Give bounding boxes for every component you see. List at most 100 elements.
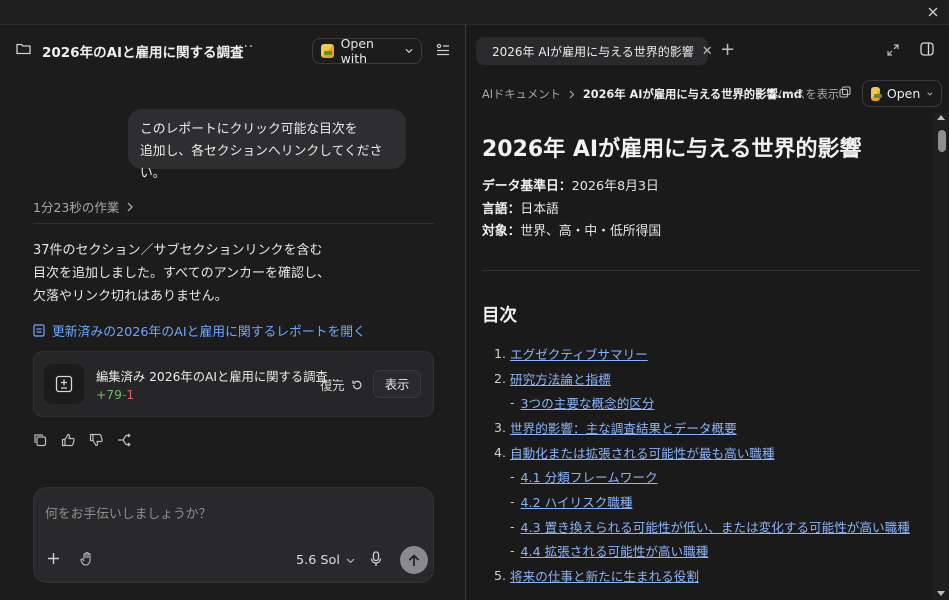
toc-item: 1. エグゼクティブサマリー	[494, 341, 910, 366]
hand-icon[interactable]	[80, 551, 94, 566]
toc-number: 5.	[494, 568, 507, 584]
toc-item: 4. 自動化または拡張される可能性が最も高い職種	[494, 440, 910, 465]
toc-item: 3. 世界的影響：主な調査結果とデータ概要	[494, 415, 910, 440]
edit-summary-card: 編集済み 2026年のAIと雇用に関する調査... +79 -1 復元 表示	[33, 351, 434, 417]
app-icon	[321, 44, 334, 58]
toc-number: 3.	[494, 419, 507, 435]
assistant-message-line: 37件のセクション／サブセクションリンクを含む	[33, 243, 323, 258]
scrollbar-thumb[interactable]	[938, 130, 946, 152]
copy-icon[interactable]	[839, 86, 851, 98]
meta-value: 世界、高・中・低所得国	[520, 224, 662, 239]
app-icon	[871, 86, 882, 101]
scroll-up-arrow-icon[interactable]	[937, 115, 945, 120]
more-options-icon[interactable]: ···	[238, 39, 254, 55]
send-button[interactable]	[400, 546, 428, 574]
work-duration-label: 1分23秒の作業	[33, 200, 120, 215]
message-actions	[33, 433, 131, 447]
thumbs-down-icon[interactable]	[89, 433, 103, 447]
open-label: Open	[886, 86, 921, 101]
microphone-icon[interactable]	[370, 551, 382, 567]
toc-dash: -	[510, 469, 515, 485]
document-pane: 2026年 AIが雇用に与える世界的影響 ✕ + AIドキュメント 2026年 …	[466, 24, 949, 600]
thumbs-up-icon[interactable]	[61, 433, 75, 447]
divider	[482, 270, 920, 271]
open-button[interactable]: Open	[862, 80, 942, 107]
scrollbar[interactable]	[934, 113, 948, 600]
meta-row: 対象：世界、高・中・低所得国	[482, 221, 661, 244]
lines-removed: -1	[122, 388, 135, 402]
toc-link[interactable]: 将来の仕事と新たに生まれる役割	[510, 566, 699, 585]
meta-row: データ基準日：2026年8月3日	[482, 176, 661, 199]
chevron-right-icon	[569, 90, 575, 98]
document-title: 2026年 AIが雇用に与える世界的影響	[482, 137, 862, 162]
table-of-contents: 1. エグゼクティブサマリー 2. 研究方法論と指標 -3つの主要な概念的区分 3.…	[494, 341, 910, 588]
user-message-line: このレポートにクリック可能な目次を	[140, 122, 358, 137]
undo-icon	[352, 380, 362, 390]
meta-value: 2026年8月3日	[571, 179, 659, 194]
toc-subitem: -4.3 置き換えられる可能性が低い、または変化する可能性が高い職種	[494, 514, 910, 539]
divider	[33, 223, 434, 224]
toc-link[interactable]: 4.3 置き換えられる可能性が低い、または変化する可能性が高い職種	[521, 517, 910, 536]
restore-button[interactable]: 復元	[320, 376, 363, 394]
toc-dash: -	[510, 543, 515, 559]
meta-row: 言語：日本語	[482, 199, 661, 222]
toc-link[interactable]: 自動化または拡張される可能性が最も高い職種	[510, 443, 774, 462]
meta-label: 対象：	[482, 224, 521, 239]
toc-subitem: -4.2 ハイリスク職種	[494, 489, 910, 514]
open-report-link-label: 更新済みの2026年のAIと雇用に関するレポートを開く	[52, 325, 366, 340]
tab-document[interactable]: 2026年 AIが雇用に与える世界的影響 ✕	[476, 37, 713, 65]
window-title-bar	[0, 0, 949, 24]
plus-icon[interactable]	[47, 552, 60, 565]
tab-title: 2026年 AIが雇用に与える世界的影響	[492, 44, 694, 59]
toc-link[interactable]: 世界的影響：主な調査結果とデータ概要	[510, 418, 737, 437]
meta-label: 言語：	[482, 201, 521, 217]
meta-value: 日本語	[520, 201, 559, 217]
branch-icon[interactable]	[117, 433, 131, 447]
toc-link[interactable]: 4.2 ハイリスク職種	[521, 492, 633, 511]
new-tab-button[interactable]: +	[720, 39, 735, 60]
toc-link[interactable]: 4.1 分類フレームワーク	[521, 467, 658, 486]
edit-card-title: 編集済み 2026年のAIと雇用に関する調査...	[96, 370, 340, 384]
toc-item: 5. 将来の仕事と新たに生まれる役割	[494, 563, 910, 588]
toc-number: 2.	[494, 370, 507, 386]
meta-label: データ基準日：	[482, 179, 572, 194]
show-source-button[interactable]: ソースを表示	[772, 86, 839, 102]
expand-icon[interactable]	[887, 44, 899, 56]
open-with-button[interactable]: Open with	[312, 36, 422, 66]
sidebar-toggle-icon[interactable]	[920, 42, 934, 56]
toc-number: 4.	[494, 444, 507, 460]
work-duration-toggle[interactable]: 1分23秒の作業	[33, 197, 134, 216]
toc-number: 1.	[494, 345, 507, 361]
toc-link[interactable]: 研究方法論と指標	[510, 369, 611, 388]
assistant-message-line: 欠落やリンク切れはありません。	[33, 289, 228, 304]
copy-icon[interactable]	[33, 433, 47, 447]
list-settings-icon[interactable]	[436, 43, 450, 57]
open-with-label: Open with	[340, 36, 374, 66]
breadcrumb: AIドキュメント 2026年 AIが雇用に与える世界的影響.md	[482, 86, 802, 102]
window-close-button[interactable]	[923, 2, 943, 22]
toc-link[interactable]: 4.4 拡張される可能性が高い職種	[521, 541, 709, 560]
restore-label: 復元	[320, 379, 345, 393]
assistant-message-line: 目次を追加しました。すべてのアンカーを確認し、	[33, 266, 331, 281]
document-icon	[33, 324, 45, 337]
chevron-down-icon	[346, 558, 355, 563]
message-composer[interactable]: 何をお手伝いしましょうか？ 5.6 Sol	[33, 487, 434, 583]
toc-link[interactable]: 3つの主要な概念的区分	[521, 393, 655, 412]
toc-subitem: -4.4 拡張される可能性が高い職種	[494, 539, 910, 564]
open-report-link[interactable]: 更新済みの2026年のAIと雇用に関するレポートを開く	[33, 321, 366, 340]
folder-icon	[16, 42, 31, 55]
diff-icon	[44, 364, 84, 404]
toc-link[interactable]: エグゼクティブサマリー	[510, 344, 648, 363]
chevron-down-icon	[927, 91, 933, 96]
user-message-bubble: このレポートにクリック可能な目次を 追加し、各セクションへリンクしてください。	[128, 109, 406, 181]
toc-subitem: -3つの主要な概念的区分	[494, 390, 910, 415]
composer-placeholder[interactable]: 何をお手伝いしましょうか？	[45, 503, 211, 522]
scroll-down-arrow-icon[interactable]	[937, 591, 945, 596]
tab-close-icon[interactable]: ✕	[702, 44, 713, 59]
model-selector[interactable]: 5.6 Sol	[296, 553, 355, 568]
toc-dash: -	[510, 395, 515, 411]
breadcrumb-root[interactable]: AIドキュメント	[482, 86, 561, 102]
show-button[interactable]: 表示	[373, 370, 421, 398]
toc-subitem: -4.1 分類フレームワーク	[494, 464, 910, 489]
chevron-right-icon	[127, 202, 134, 211]
